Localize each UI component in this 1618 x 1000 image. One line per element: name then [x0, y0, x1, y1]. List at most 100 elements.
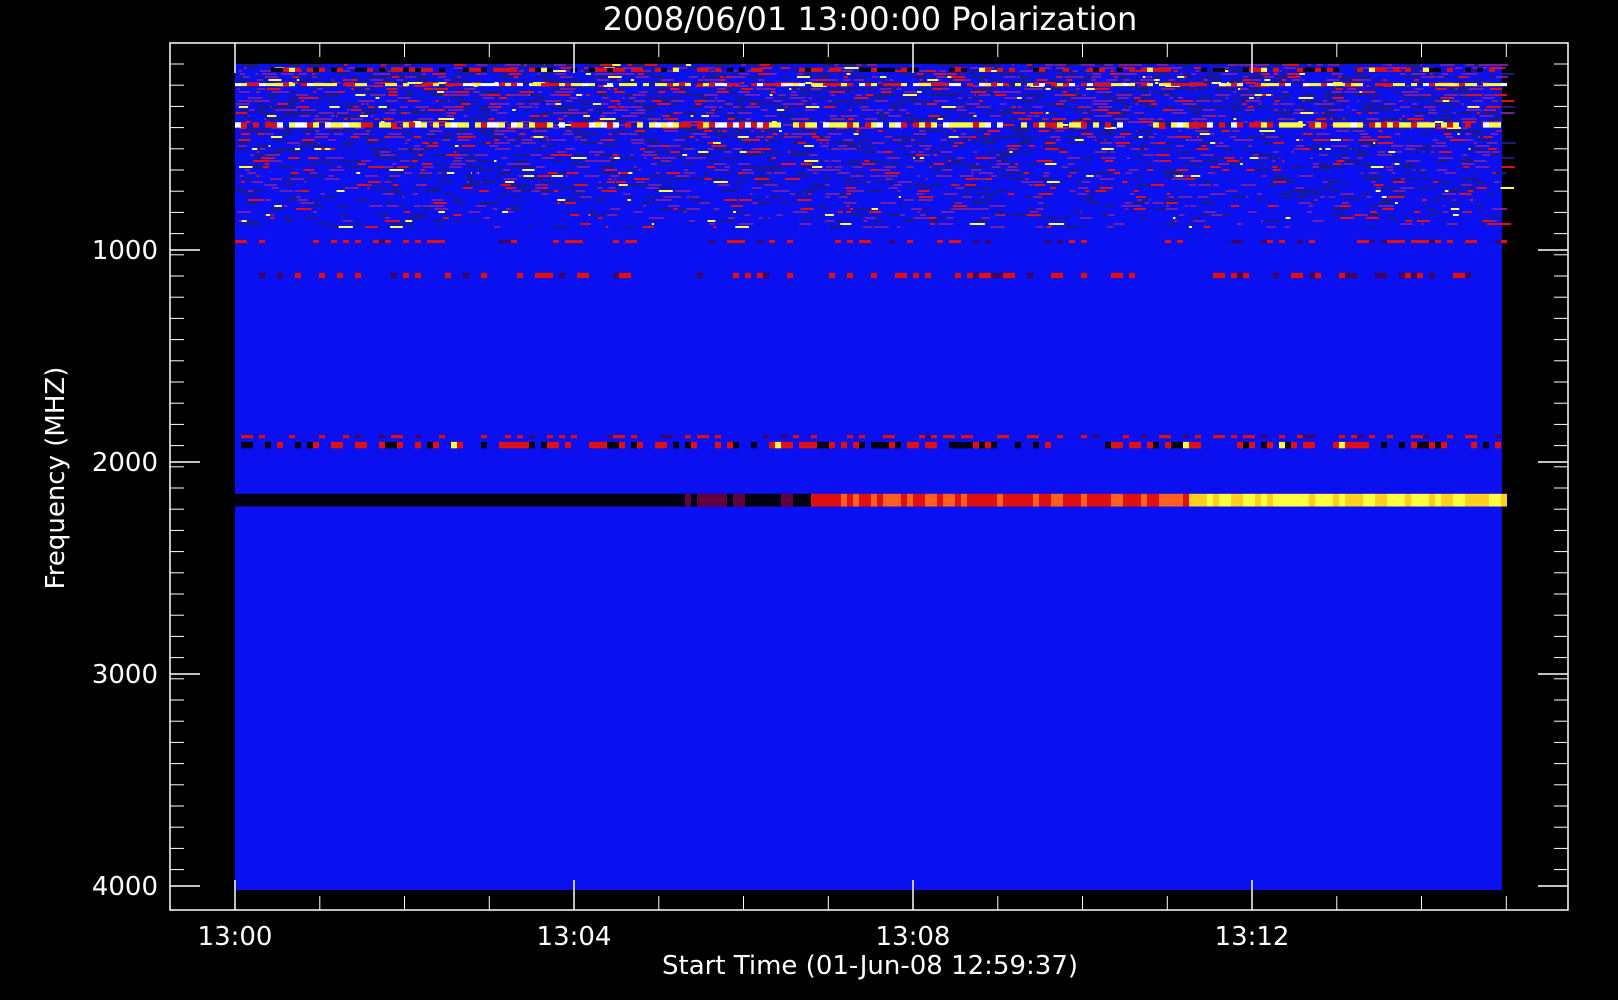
noise-speck	[437, 226, 444, 228]
noise-speck	[601, 190, 617, 192]
noise-speck	[1057, 217, 1068, 219]
noise-speck	[1098, 106, 1112, 108]
noise-speck	[1213, 184, 1219, 186]
noise-speck	[576, 94, 583, 96]
noise-speck	[691, 133, 707, 135]
noise-speck	[295, 199, 308, 201]
noise-speck	[716, 91, 729, 93]
noise-speck	[1366, 196, 1372, 198]
noise-speck	[238, 145, 247, 147]
noise-speck	[880, 202, 897, 204]
noise-speck	[630, 112, 646, 114]
noise-speck	[1454, 67, 1463, 69]
noise-speck	[801, 166, 805, 168]
noise-speck	[1352, 160, 1358, 162]
noise-speck	[402, 196, 405, 198]
noise-speck	[1161, 160, 1171, 162]
noise-speck	[785, 76, 790, 78]
noise-speck	[386, 205, 399, 207]
noise-speck	[1402, 76, 1419, 78]
noise-speck	[984, 133, 990, 135]
noise-speck	[1137, 175, 1143, 177]
y-tick-label: 4000	[92, 872, 158, 902]
noise-speck	[882, 175, 898, 177]
noise-speck	[810, 118, 814, 120]
noise-speck	[505, 187, 516, 189]
noise-speck	[1137, 118, 1148, 120]
noise-speck	[366, 85, 373, 87]
noise-speck	[1311, 193, 1318, 195]
noise-speck	[459, 154, 468, 156]
noise-speck	[855, 172, 866, 174]
noise-speck	[930, 184, 943, 186]
noise-speck	[475, 172, 479, 174]
noise-speck	[1483, 136, 1493, 138]
noise-speck	[1299, 73, 1305, 75]
noise-speck	[457, 130, 468, 132]
noise-speck	[465, 160, 476, 162]
noise-speck	[805, 106, 820, 108]
noise-speck	[1207, 73, 1219, 75]
noise-speck	[608, 187, 616, 189]
noise-speck	[987, 130, 1000, 132]
noise-speck	[614, 139, 619, 141]
noise-speck	[446, 172, 455, 174]
noise-speck	[830, 94, 836, 96]
noise-speck	[940, 139, 947, 141]
noise-speck	[519, 163, 530, 165]
noise-speck	[930, 94, 943, 96]
noise-speck	[911, 208, 923, 210]
noise-speck	[870, 145, 876, 147]
noise-speck	[649, 82, 653, 84]
noise-speck	[241, 133, 251, 135]
noise-speck	[594, 199, 606, 201]
noise-speck	[412, 187, 418, 189]
noise-speck	[521, 139, 533, 141]
noise-speck	[607, 178, 613, 180]
noise-speck	[289, 100, 299, 102]
noise-speck	[1396, 193, 1405, 195]
noise-speck	[1461, 163, 1474, 165]
noise-speck	[1422, 151, 1425, 153]
noise-speck	[533, 148, 544, 150]
noise-speck	[382, 157, 399, 159]
noise-speck	[1306, 211, 1312, 213]
noise-speck	[443, 217, 449, 219]
noise-speck	[1366, 118, 1378, 120]
noise-speck	[242, 163, 247, 165]
noise-speck	[717, 154, 721, 156]
noise-speck	[924, 148, 930, 150]
noise-speck	[1393, 157, 1399, 159]
noise-speck	[995, 157, 1007, 159]
noise-speck	[519, 133, 526, 135]
noise-speck	[453, 214, 462, 216]
noise-speck	[938, 223, 954, 225]
noise-speck	[1134, 112, 1145, 114]
noise-speck	[338, 226, 353, 228]
noise-speck	[673, 139, 685, 141]
noise-speck	[1207, 199, 1210, 201]
noise-speck	[584, 160, 601, 162]
noise-speck	[834, 142, 846, 144]
noise-speck	[1189, 205, 1196, 207]
noise-speck	[313, 91, 316, 93]
noise-speck	[1427, 94, 1431, 96]
noise-speck	[657, 208, 671, 210]
noise-speck	[1076, 88, 1080, 90]
noise-speck	[955, 106, 965, 108]
noise-speck	[1460, 184, 1472, 186]
noise-speck	[1138, 91, 1146, 93]
noise-speck	[368, 181, 381, 183]
noise-speck	[1147, 169, 1154, 171]
noise-speck	[487, 106, 497, 108]
noise-speck	[404, 172, 413, 174]
noise-speck	[1400, 223, 1414, 225]
noise-speck	[1468, 130, 1483, 132]
noise-speck	[330, 97, 334, 99]
noise-speck	[1463, 157, 1471, 159]
noise-speck	[267, 94, 278, 96]
noise-speck	[537, 73, 541, 75]
noise-speck	[1500, 187, 1515, 189]
noise-speck	[1231, 115, 1239, 117]
noise-speck	[1303, 133, 1313, 135]
